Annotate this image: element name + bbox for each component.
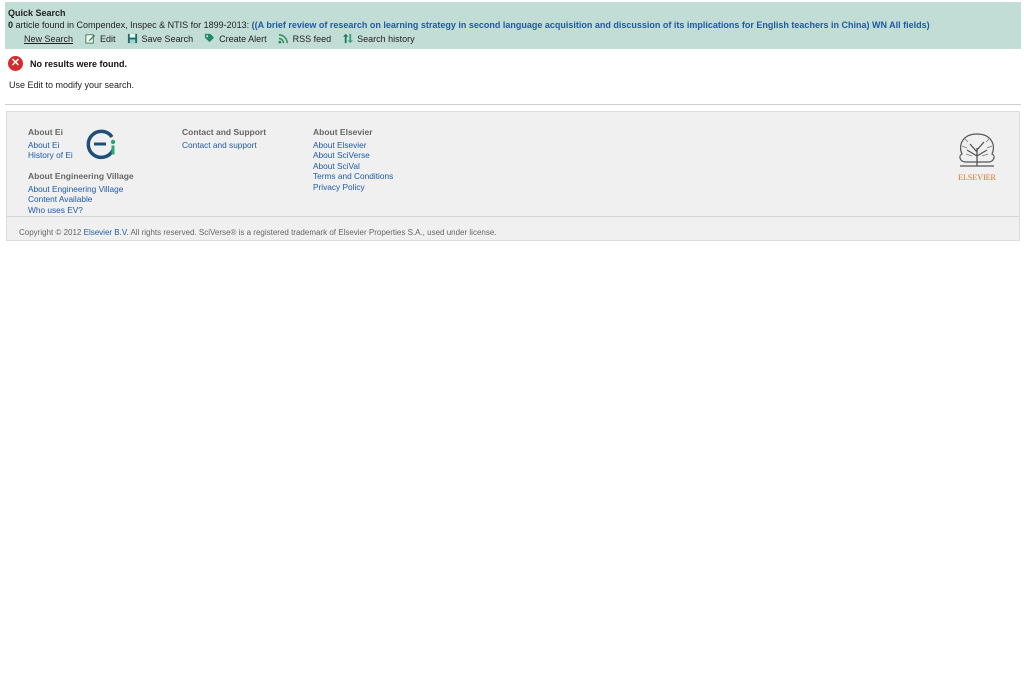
footer-about-elsevier: About Elsevier About Elsevier About SciV… <box>313 127 393 192</box>
search-history-button[interactable]: Search history <box>342 33 415 44</box>
save-search-button[interactable]: Save Search <box>127 33 194 44</box>
create-alert-label: Create Alert <box>219 33 267 44</box>
elsevier-logo[interactable]: ELSEVIER <box>952 126 1002 182</box>
edit-button[interactable]: Edit <box>85 33 116 44</box>
footer-contact: Contact and Support Contact and support <box>182 127 266 150</box>
copyright-suffix: All rights reserved. SciVerse® is a regi… <box>128 228 497 237</box>
footer-link-contact-support[interactable]: Contact and support <box>182 140 266 150</box>
no-results-message: ✕ No results were found. <box>8 56 127 71</box>
result-summary: 0 article found in Compendex, Inspec & N… <box>8 20 930 30</box>
footer-heading-about-ei: About Ei <box>28 127 63 137</box>
footer: About Ei About Ei History of Ei About En… <box>6 111 1020 241</box>
create-alert-button[interactable]: Create Alert <box>204 33 267 44</box>
save-icon <box>127 33 137 44</box>
search-toolbar: New Search Edit Save Search Create Alert… <box>24 33 426 44</box>
footer-heading-about-elsevier: About Elsevier <box>313 127 373 137</box>
footer-divider <box>7 216 1019 217</box>
result-summary-text: article found in Compendex, Inspec & NTI… <box>13 20 252 30</box>
footer-link-history-ei[interactable]: History of Ei <box>28 150 73 160</box>
footer-link-who-uses-ev[interactable]: Who uses EV? <box>28 205 134 215</box>
copyright-prefix: Copyright © 2012 <box>19 228 84 237</box>
footer-link-content-available[interactable]: Content Available <box>28 194 134 204</box>
footer-link-about-sciverse[interactable]: About SciVerse <box>313 150 393 160</box>
edit-icon <box>85 34 96 44</box>
footer-link-terms[interactable]: Terms and Conditions <box>313 171 393 181</box>
search-history-label: Search history <box>357 33 415 44</box>
divider <box>5 104 1021 105</box>
error-icon: ✕ <box>8 56 23 71</box>
elsevier-logo-text: ELSEVIER <box>958 173 996 182</box>
footer-heading-about-ev: About Engineering Village <box>28 171 134 181</box>
history-icon <box>343 33 354 44</box>
footer-about-ei: About Ei About Ei History of Ei <box>28 127 73 161</box>
footer-link-about-scival[interactable]: About SciVal <box>313 161 393 171</box>
rss-icon <box>278 34 288 44</box>
footer-link-about-ev[interactable]: About Engineering Village <box>28 184 134 194</box>
elsevier-bv-link[interactable]: Elsevier B.V. <box>84 228 129 237</box>
ei-logo <box>86 129 116 160</box>
rss-feed-label: RSS feed <box>292 33 332 44</box>
page-title: Quick Search <box>8 8 66 18</box>
rss-feed-button[interactable]: RSS feed <box>278 33 332 44</box>
quick-search-header: Quick Search 0 article found in Compende… <box>5 2 1021 49</box>
alert-tag-icon <box>204 33 215 43</box>
footer-link-about-ei[interactable]: About Ei <box>28 140 73 150</box>
footer-link-about-elsevier[interactable]: About Elsevier <box>313 140 393 150</box>
save-search-label: Save Search <box>141 33 194 44</box>
edit-hint: Use Edit to modify your search. <box>9 80 135 90</box>
no-results-text: No results were found. <box>30 58 128 69</box>
footer-heading-contact: Contact and Support <box>182 127 267 137</box>
footer-link-privacy[interactable]: Privacy Policy <box>313 182 393 192</box>
search-query: ((A brief review of research on learning… <box>251 20 930 30</box>
footer-about-ev: About Engineering Village About Engineer… <box>28 171 134 215</box>
new-search-link[interactable]: New Search <box>24 34 73 44</box>
edit-label: Edit <box>100 33 116 44</box>
copyright: Copyright © 2012 Elsevier B.V. All right… <box>19 228 497 237</box>
